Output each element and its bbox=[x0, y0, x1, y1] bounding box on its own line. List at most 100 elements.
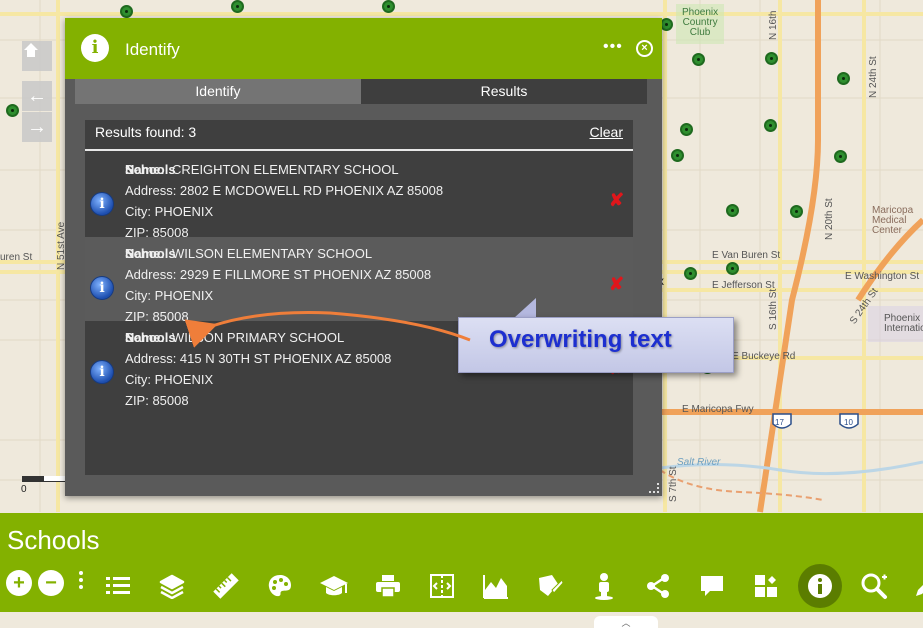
measure-button[interactable] bbox=[207, 567, 245, 605]
school-marker[interactable] bbox=[726, 262, 739, 275]
map-label-s-16th-st: S 16th St bbox=[768, 288, 779, 330]
annotation-callout: Overwriting text bbox=[458, 317, 734, 373]
school-marker[interactable] bbox=[671, 149, 684, 162]
school-marker[interactable] bbox=[764, 119, 777, 132]
swipe-icon bbox=[430, 574, 454, 598]
result-layer-label: Schools bbox=[125, 330, 176, 345]
print-button[interactable] bbox=[369, 567, 407, 605]
school-marker[interactable] bbox=[726, 204, 739, 217]
share-button[interactable] bbox=[639, 567, 677, 605]
map-label-buren-st: uren St bbox=[0, 252, 33, 263]
result-item[interactable]: i Name: Schools CREIGHTON ELEMENTARY SCH… bbox=[85, 153, 633, 240]
map-label-s-7th-st: S 7th St bbox=[668, 466, 679, 502]
edit-icon bbox=[916, 585, 923, 596]
expand-panel-tab[interactable]: ︿ bbox=[594, 616, 658, 628]
result-name: WILSON ELEMENTARY SCHOOL bbox=[172, 246, 373, 261]
map-label-salt-river: Salt River bbox=[677, 457, 721, 468]
next-extent-button[interactable]: → bbox=[22, 112, 52, 142]
draw-button[interactable] bbox=[531, 567, 569, 605]
clear-results-link[interactable]: Clear bbox=[590, 124, 623, 140]
swipe-button[interactable] bbox=[423, 567, 461, 605]
map-label-maricopa-medical-center: Maricopa Medical Center bbox=[872, 205, 914, 236]
result-city: City: PHOENIX bbox=[125, 288, 214, 303]
toolbar-more-icon[interactable] bbox=[78, 571, 84, 592]
elevation-profile-button[interactable] bbox=[477, 567, 515, 605]
widgets-button[interactable] bbox=[747, 567, 785, 605]
map-label-e-buckeye: E Buckeye Rd bbox=[732, 351, 796, 362]
result-city: City: PHOENIX bbox=[125, 204, 214, 219]
results-divider bbox=[85, 149, 633, 151]
school-marker[interactable] bbox=[6, 104, 19, 117]
info-icon: i bbox=[81, 34, 109, 62]
print-icon bbox=[376, 575, 400, 598]
school-marker[interactable] bbox=[790, 205, 803, 218]
comment-icon bbox=[701, 576, 723, 596]
map-label-phoenix-international: Phoenix Internatio bbox=[884, 313, 923, 334]
draw-icon bbox=[539, 575, 564, 596]
legend-button[interactable] bbox=[99, 567, 137, 605]
identify-panel-header[interactable]: i Identify ••• × bbox=[65, 18, 662, 79]
school-marker[interactable] bbox=[692, 53, 705, 66]
measure-ruler-icon bbox=[213, 573, 239, 599]
toolbar-title: Schools bbox=[7, 525, 100, 555]
home-icon bbox=[24, 43, 38, 57]
school-marker[interactable] bbox=[382, 0, 395, 13]
results-list: Results found: 3 Clear i Name: Schools C… bbox=[85, 120, 633, 475]
basemap-palette-icon bbox=[268, 575, 291, 597]
zoom-out-button[interactable]: − bbox=[38, 570, 64, 596]
school-marker[interactable] bbox=[765, 52, 778, 65]
school-marker[interactable] bbox=[120, 5, 133, 18]
school-marker[interactable] bbox=[684, 267, 697, 280]
result-info-icon[interactable]: i bbox=[90, 360, 114, 384]
search-zoom-icon bbox=[861, 573, 887, 599]
result-name: WILSON PRIMARY SCHOOL bbox=[172, 330, 345, 345]
edit-button[interactable] bbox=[905, 567, 923, 605]
school-marker[interactable] bbox=[837, 72, 850, 85]
map-label-e-jefferson: E Jefferson St bbox=[712, 280, 775, 291]
comment-button[interactable] bbox=[693, 567, 731, 605]
panel-tabs: Identify Results bbox=[75, 79, 647, 104]
search-button[interactable] bbox=[855, 567, 893, 605]
tab-identify[interactable]: Identify bbox=[75, 79, 361, 104]
highway-10-label: 10 bbox=[844, 418, 853, 427]
result-info-icon[interactable]: i bbox=[90, 192, 114, 216]
map-label-e-washington: E Washington St bbox=[845, 271, 920, 282]
schools-mortarboard-icon bbox=[320, 576, 348, 596]
schools-layer-button[interactable] bbox=[315, 567, 353, 605]
street-view-button[interactable] bbox=[585, 567, 623, 605]
annotation-text: Overwriting text bbox=[489, 326, 672, 353]
result-item[interactable]: i Name: Schools WILSON ELEMENTARY SCHOOL… bbox=[85, 237, 633, 324]
map-label-n-24th-st: N 24th St bbox=[868, 56, 879, 98]
map-label-n-20th-st: N 20th St bbox=[824, 198, 835, 240]
map-label-phoenix-country-club: Phoenix Country Club bbox=[682, 7, 719, 38]
remove-result-icon[interactable]: ✘ bbox=[609, 275, 624, 293]
legend-list-icon bbox=[106, 577, 130, 594]
result-layer-label: Schools bbox=[125, 246, 176, 261]
close-button[interactable]: × bbox=[636, 40, 653, 57]
previous-extent-button[interactable]: ← bbox=[22, 81, 52, 111]
scale-bar bbox=[22, 476, 66, 482]
school-marker[interactable] bbox=[834, 150, 847, 163]
layers-button[interactable] bbox=[153, 567, 191, 605]
result-zip: ZIP: 85008 bbox=[125, 393, 189, 408]
remove-result-icon[interactable]: ✘ bbox=[609, 191, 624, 209]
callout-fold bbox=[514, 298, 536, 318]
widget-toolbar: Schools + − bbox=[0, 513, 923, 612]
panel-more-options-button[interactable]: ••• bbox=[603, 38, 623, 56]
resize-handle[interactable] bbox=[649, 483, 659, 493]
school-marker[interactable] bbox=[680, 123, 693, 136]
zoom-in-button[interactable]: + bbox=[6, 570, 32, 596]
home-button[interactable] bbox=[22, 41, 52, 71]
result-address: Address: 2802 E MCDOWELL RD PHOENIX AZ 8… bbox=[125, 183, 444, 198]
school-marker[interactable] bbox=[231, 0, 244, 13]
share-icon bbox=[647, 574, 669, 598]
widget-grid-icon bbox=[755, 575, 777, 597]
tab-results[interactable]: Results bbox=[361, 79, 647, 104]
basemap-button[interactable] bbox=[261, 567, 299, 605]
elevation-profile-icon bbox=[483, 575, 508, 599]
street-view-person-icon bbox=[595, 573, 613, 600]
result-city: City: PHOENIX bbox=[125, 372, 214, 387]
result-info-icon[interactable]: i bbox=[90, 276, 114, 300]
identify-button[interactable] bbox=[798, 564, 842, 608]
identify-info-icon bbox=[808, 574, 832, 598]
